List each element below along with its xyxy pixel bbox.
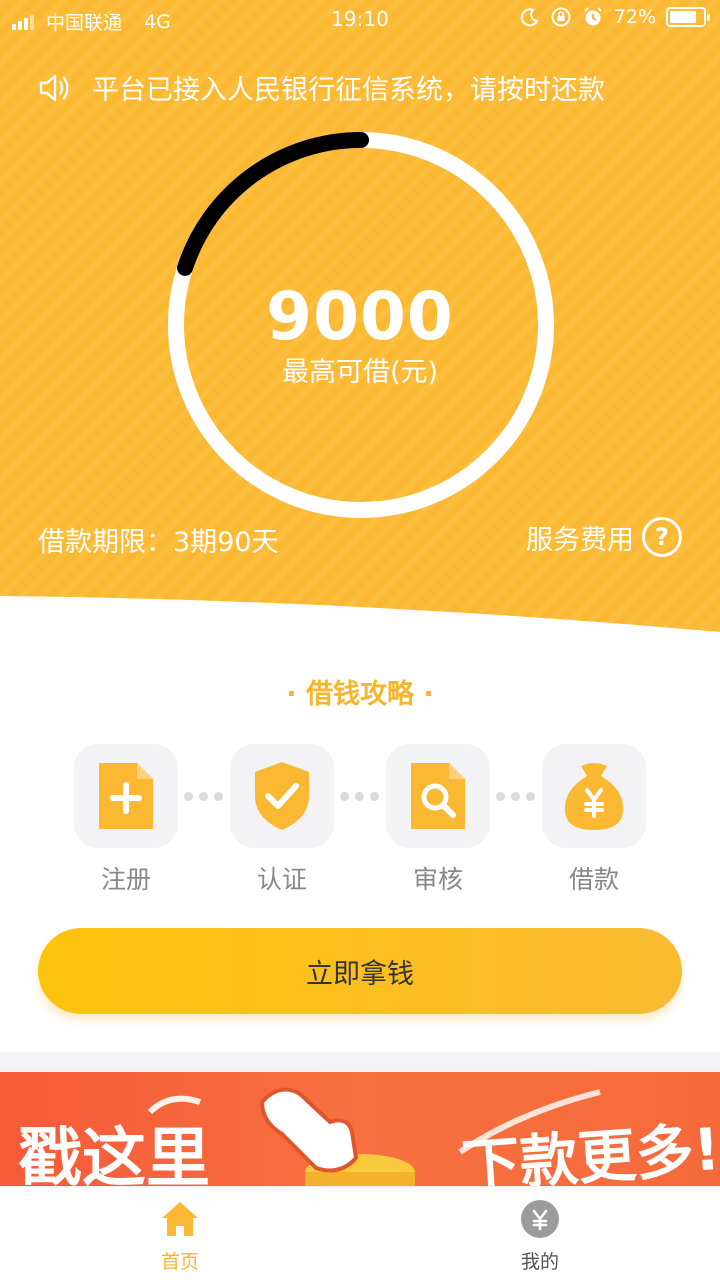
tab-label: 首页 — [160, 1251, 199, 1273]
service-fee-link[interactable]: 服务费用 ? — [526, 517, 682, 557]
gauge-progress-arc — [177, 132, 369, 276]
battery-percent: 72% — [613, 6, 656, 28]
money-bag-icon — [564, 763, 624, 830]
speaker-icon — [39, 74, 69, 101]
step-review: 审核 — [386, 744, 490, 896]
promo-banner[interactable]: 戳这里 下款更多! — [0, 1072, 720, 1186]
status-bar: 中国联通 4G 19:10 72% — [0, 0, 720, 38]
home-icon — [162, 1202, 198, 1236]
loan-term: 借款期限：3期90天 — [38, 527, 279, 558]
step-label: 认证 — [256, 865, 307, 894]
search-document-icon — [411, 763, 465, 829]
step-borrow: 借款 — [542, 744, 646, 896]
banner-text-left: 戳这里 — [18, 1122, 210, 1186]
service-fee-label: 服务费用 — [526, 524, 634, 556]
battery-icon — [666, 7, 710, 27]
step-register-box — [74, 744, 178, 848]
guide-steps: 注册 认证 审核 借款 — [0, 744, 720, 904]
max-amount-label: 最高可借(元) — [281, 357, 439, 388]
max-amount: 9000 — [266, 278, 454, 355]
tab-home[interactable]: 首页 — [120, 1197, 240, 1274]
step-review-box — [386, 744, 490, 848]
step-connector — [184, 792, 223, 801]
step-label: 注册 — [100, 865, 151, 894]
guide-title: · 借钱攻略 · — [286, 679, 434, 710]
battery-fill — [670, 11, 696, 23]
step-verify-box — [230, 744, 334, 848]
rotation-lock-icon — [551, 7, 571, 27]
notice-bar: 平台已接入人民银行征信系统，请按时还款 — [38, 68, 605, 107]
notice-text: 平台已接入人民银行征信系统，请按时还款 — [92, 75, 605, 106]
step-borrow-box — [542, 744, 646, 848]
step-connector — [340, 792, 379, 801]
alarm-icon — [584, 7, 602, 26]
section-divider — [0, 1052, 720, 1072]
step-label: 审核 — [412, 865, 463, 894]
yen-coin-icon — [521, 1200, 559, 1238]
tab-bar: 首页 我的 — [0, 1186, 720, 1280]
banner-text-right: 下款更多! — [460, 1115, 720, 1186]
tab-mine[interactable]: 我的 — [480, 1197, 600, 1274]
tab-label: 我的 — [520, 1251, 559, 1273]
shield-check-icon — [255, 762, 309, 830]
promo-banner-art: 戳这里 下款更多! — [18, 1087, 720, 1186]
app-screen: 中国联通 4G 19:10 72% 平台已接入人民银行征信系统，请按时还款 90… — [0, 0, 720, 1280]
hero-panel: 中国联通 4G 19:10 72% 平台已接入人民银行征信系统，请按时还款 90… — [0, 0, 720, 640]
step-connector — [496, 792, 535, 801]
add-document-icon — [99, 763, 153, 829]
step-register: 注册 — [74, 744, 178, 896]
step-label: 借款 — [568, 865, 619, 894]
step-verify: 认证 — [230, 744, 334, 896]
help-icon[interactable]: ? — [642, 517, 682, 557]
get-money-button[interactable]: 立即拿钱 — [38, 928, 682, 1014]
moon-icon — [520, 8, 539, 27]
